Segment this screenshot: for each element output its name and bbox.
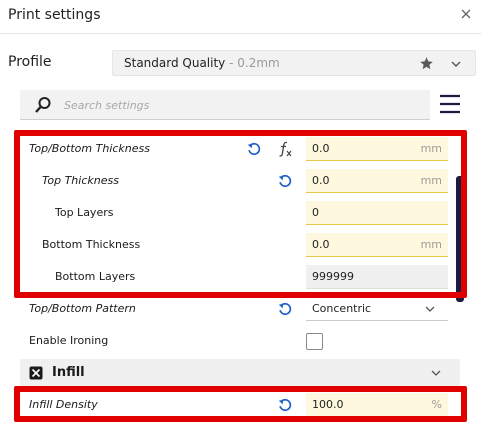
bottom-thickness-input[interactable]: 0.0 mm — [306, 233, 448, 257]
top-layers-input[interactable]: 0 — [306, 201, 448, 225]
chevron-down-icon — [431, 370, 441, 376]
setting-label: Enable Ironing — [29, 334, 109, 347]
setting-row-top-bottom-pattern: Top/Bottom Pattern Concentric — [20, 293, 460, 325]
setting-label: Bottom Layers — [55, 270, 136, 283]
infill-icon — [29, 366, 43, 380]
scrollbar[interactable] — [456, 176, 464, 302]
profile-select[interactable]: Standard Quality - 0.2mm — [112, 50, 476, 76]
top-thickness-input[interactable]: 0.0 mm — [306, 169, 448, 193]
category-label: Infill — [52, 365, 85, 380]
top-bottom-thickness-input[interactable]: 0.0 mm — [306, 137, 448, 161]
search-input[interactable] — [64, 94, 414, 116]
reset-icon[interactable] — [277, 173, 293, 189]
enable-ironing-checkbox[interactable] — [306, 333, 323, 350]
setting-label: Bottom Thickness — [42, 238, 141, 251]
reset-icon[interactable] — [246, 141, 262, 157]
function-icon[interactable] — [277, 141, 293, 157]
category-infill[interactable]: Infill — [20, 359, 460, 387]
chevron-down-icon — [425, 306, 435, 312]
title-bar: Print settings — [0, 0, 481, 34]
infill-density-input[interactable]: 100.0 % — [306, 393, 448, 417]
chevron-down-icon[interactable] — [449, 57, 463, 71]
menu-icon[interactable] — [439, 94, 461, 114]
setting-label: Infill Density — [29, 398, 98, 411]
search-bar — [20, 90, 430, 120]
window-title: Print settings — [8, 7, 101, 23]
setting-row-enable-ironing: Enable Ironing — [20, 325, 460, 357]
setting-row-bottom-thickness: Bottom Thickness 0.0 mm — [20, 229, 460, 261]
close-icon[interactable] — [459, 7, 473, 21]
top-bottom-pattern-select[interactable]: Concentric — [306, 297, 448, 321]
setting-label: Top/Bottom Thickness — [29, 142, 150, 155]
bottom-layers-input[interactable]: 999999 — [306, 265, 448, 289]
setting-row-top-thickness: Top Thickness 0.0 mm — [20, 165, 460, 197]
reset-icon[interactable] — [277, 397, 293, 413]
setting-label: Top/Bottom Pattern — [29, 302, 136, 315]
profile-name: Standard Quality — [124, 56, 226, 70]
setting-row-top-layers: Top Layers 0 — [20, 197, 460, 229]
profile-sub: 0.2mm — [237, 56, 280, 70]
setting-label: Top Thickness — [42, 174, 119, 187]
setting-row-top-bottom-thickness: Top/Bottom Thickness 0.0 mm — [20, 133, 460, 165]
star-icon[interactable] — [419, 56, 434, 71]
setting-label: Top Layers — [55, 206, 114, 219]
setting-row-bottom-layers: Bottom Layers 999999 — [20, 261, 460, 293]
profile-label: Profile — [8, 54, 52, 70]
setting-row-infill-density: Infill Density 100.0 % — [20, 389, 460, 421]
reset-icon[interactable] — [277, 301, 293, 317]
search-icon — [35, 97, 51, 113]
